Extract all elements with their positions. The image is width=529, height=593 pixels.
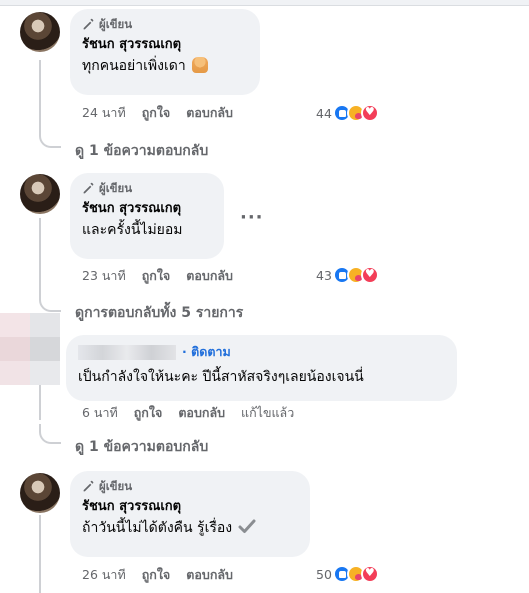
thread-line bbox=[39, 515, 41, 593]
reply-button[interactable]: ตอบกลับ bbox=[186, 103, 233, 123]
thread-elbow bbox=[39, 424, 61, 444]
thread-line bbox=[39, 60, 41, 130]
thread-line bbox=[39, 218, 41, 294]
comment-time[interactable]: 24 นาที bbox=[82, 103, 126, 123]
more-options-button[interactable]: ··· bbox=[240, 207, 264, 228]
love-icon bbox=[360, 104, 379, 122]
avatar[interactable] bbox=[20, 473, 60, 513]
avatar[interactable] bbox=[20, 12, 60, 52]
pencil-icon bbox=[83, 182, 94, 194]
comment-bubble[interactable]: · ติดตาม เป็นกำลังใจให้นะคะ ปีนี้สาหัสจร… bbox=[66, 335, 457, 401]
comment-actions: 24 นาที ถูกใจ ตอบกลับ bbox=[82, 103, 249, 123]
view-replies-link[interactable]: ดู 1 ข้อความตอบกลับ bbox=[75, 140, 208, 162]
reaction-summary[interactable]: 50 bbox=[316, 564, 379, 584]
thread-elbow bbox=[39, 292, 61, 312]
pencil-icon bbox=[83, 480, 94, 492]
author-name[interactable]: รัชนก สุวรรณเกตุ bbox=[82, 200, 212, 218]
like-button[interactable]: ถูกใจ bbox=[142, 103, 171, 123]
reply-button[interactable]: ตอบกลับ bbox=[186, 266, 233, 286]
comment-actions: 6 นาที ถูกใจ ตอบกลับ แก้ไขแล้ว bbox=[82, 403, 310, 423]
comment-time[interactable]: 26 นาที bbox=[82, 565, 126, 585]
comment-text: เป็นกำลังใจให้นะคะ ปีนี้สาหัสจริงๆเลยน้อ… bbox=[78, 369, 364, 385]
like-button[interactable]: ถูกใจ bbox=[142, 565, 171, 585]
commenter-header: · ติดตาม bbox=[78, 343, 445, 361]
author-badge: ผู้เขียน bbox=[82, 181, 212, 196]
check-mark-emoji bbox=[238, 519, 256, 533]
thread-elbow bbox=[39, 128, 61, 148]
edited-label: แก้ไขแล้ว bbox=[241, 405, 295, 420]
top-divider bbox=[0, 0, 529, 6]
badge-label: ผู้เขียน bbox=[99, 180, 133, 195]
reply-button[interactable]: ตอบกลับ bbox=[186, 565, 233, 585]
like-button[interactable]: ถูกใจ bbox=[142, 266, 171, 286]
badge-label: ผู้เขียน bbox=[99, 16, 133, 31]
avatar[interactable] bbox=[0, 313, 60, 385]
comment-bubble[interactable]: ผู้เขียน รัชนก สุวรรณเกตุ ถ้าวันนี้ไม่ได… bbox=[70, 471, 310, 557]
comment-bubble[interactable]: ผู้เขียน รัชนก สุวรรณเกตุ ทุกคนอย่าเพิ่ง… bbox=[70, 9, 260, 95]
reply-button[interactable]: ตอบกลับ bbox=[178, 403, 225, 423]
love-icon bbox=[360, 565, 379, 583]
view-replies-link[interactable]: ดูการตอบกลับทั้ง 5 รายการ bbox=[75, 302, 243, 324]
badge-label: ผู้เขียน bbox=[99, 478, 133, 493]
author-name[interactable]: รัชนก สุวรรณเกตุ bbox=[82, 36, 248, 54]
reaction-count: 50 bbox=[316, 566, 332, 582]
comment-actions: 26 นาที ถูกใจ ตอบกลับ bbox=[82, 565, 249, 585]
reaction-count: 44 bbox=[316, 105, 332, 121]
comment-text: ทุกคนอย่าเพิ่งเดา bbox=[82, 56, 248, 76]
comment-time[interactable]: 23 นาที bbox=[82, 266, 126, 286]
author-name[interactable]: รัชนก สุวรรณเกตุ bbox=[82, 498, 298, 516]
comment-text: และครั้งนี้ไม่ยอม bbox=[82, 222, 183, 238]
comment-time[interactable]: 6 นาที bbox=[82, 403, 118, 423]
reaction-count: 43 bbox=[316, 267, 332, 283]
blurred-commenter-name[interactable] bbox=[78, 344, 176, 360]
like-button[interactable]: ถูกใจ bbox=[134, 403, 163, 423]
comment-actions: 23 นาที ถูกใจ ตอบกลับ bbox=[82, 266, 249, 286]
comment-bubble[interactable]: ผู้เขียน รัชนก สุวรรณเกตุ และครั้งนี้ไม่… bbox=[70, 173, 224, 259]
pencil-icon bbox=[83, 18, 94, 30]
view-replies-link[interactable]: ดู 1 ข้อความตอบกลับ bbox=[75, 436, 208, 458]
author-badge: ผู้เขียน bbox=[82, 479, 298, 494]
folded-hands-emoji bbox=[191, 57, 208, 73]
comment-text: ถ้าวันนี้ไม่ได้ตังคืน รู้เรื่อง bbox=[82, 518, 298, 538]
avatar[interactable] bbox=[20, 174, 60, 214]
love-icon bbox=[360, 266, 379, 284]
reaction-summary[interactable]: 43 bbox=[316, 265, 379, 285]
author-badge: ผู้เขียน bbox=[82, 17, 248, 32]
follow-button[interactable]: · ติดตาม bbox=[182, 342, 231, 362]
reaction-summary[interactable]: 44 bbox=[316, 103, 379, 123]
